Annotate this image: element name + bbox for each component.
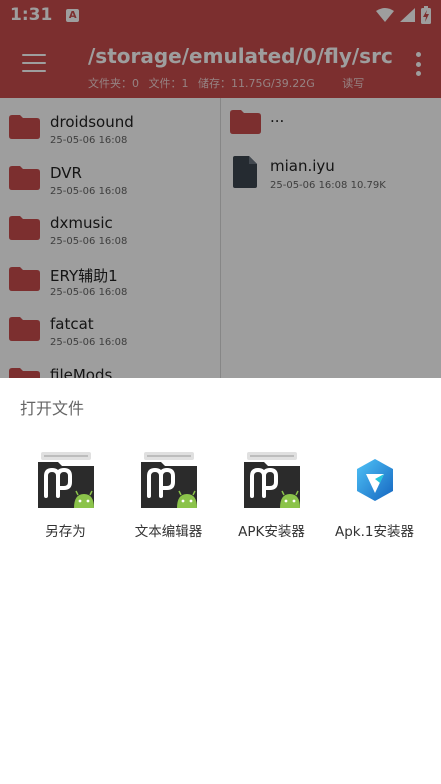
sheet-title: 打开文件	[20, 399, 85, 418]
app-apk1-installer[interactable]: Apk.1安装器	[323, 452, 426, 540]
app-apk-installer[interactable]: APK安装器	[220, 452, 323, 540]
app-text-editor[interactable]: 文本编辑器	[117, 452, 220, 540]
mt-manager-icon	[243, 452, 300, 508]
app-save-as[interactable]: 另存为	[14, 452, 117, 540]
app-label: 另存为	[45, 524, 86, 540]
app-list: 另存为 文本编辑器 APK安装器 Apk.1安装器	[0, 452, 441, 540]
apk-installer-icon	[356, 459, 393, 501]
mt-manager-icon	[140, 452, 197, 508]
open-with-sheet: 打开文件 另存为 文本编辑器 APK安装器 Apk.1安装器	[0, 378, 441, 784]
app-label: 文本编辑器	[134, 524, 203, 540]
scrim-overlay[interactable]	[0, 0, 441, 378]
app-label: Apk.1安装器	[334, 524, 414, 540]
app-label: APK安装器	[238, 524, 305, 540]
mt-manager-icon	[37, 452, 94, 508]
